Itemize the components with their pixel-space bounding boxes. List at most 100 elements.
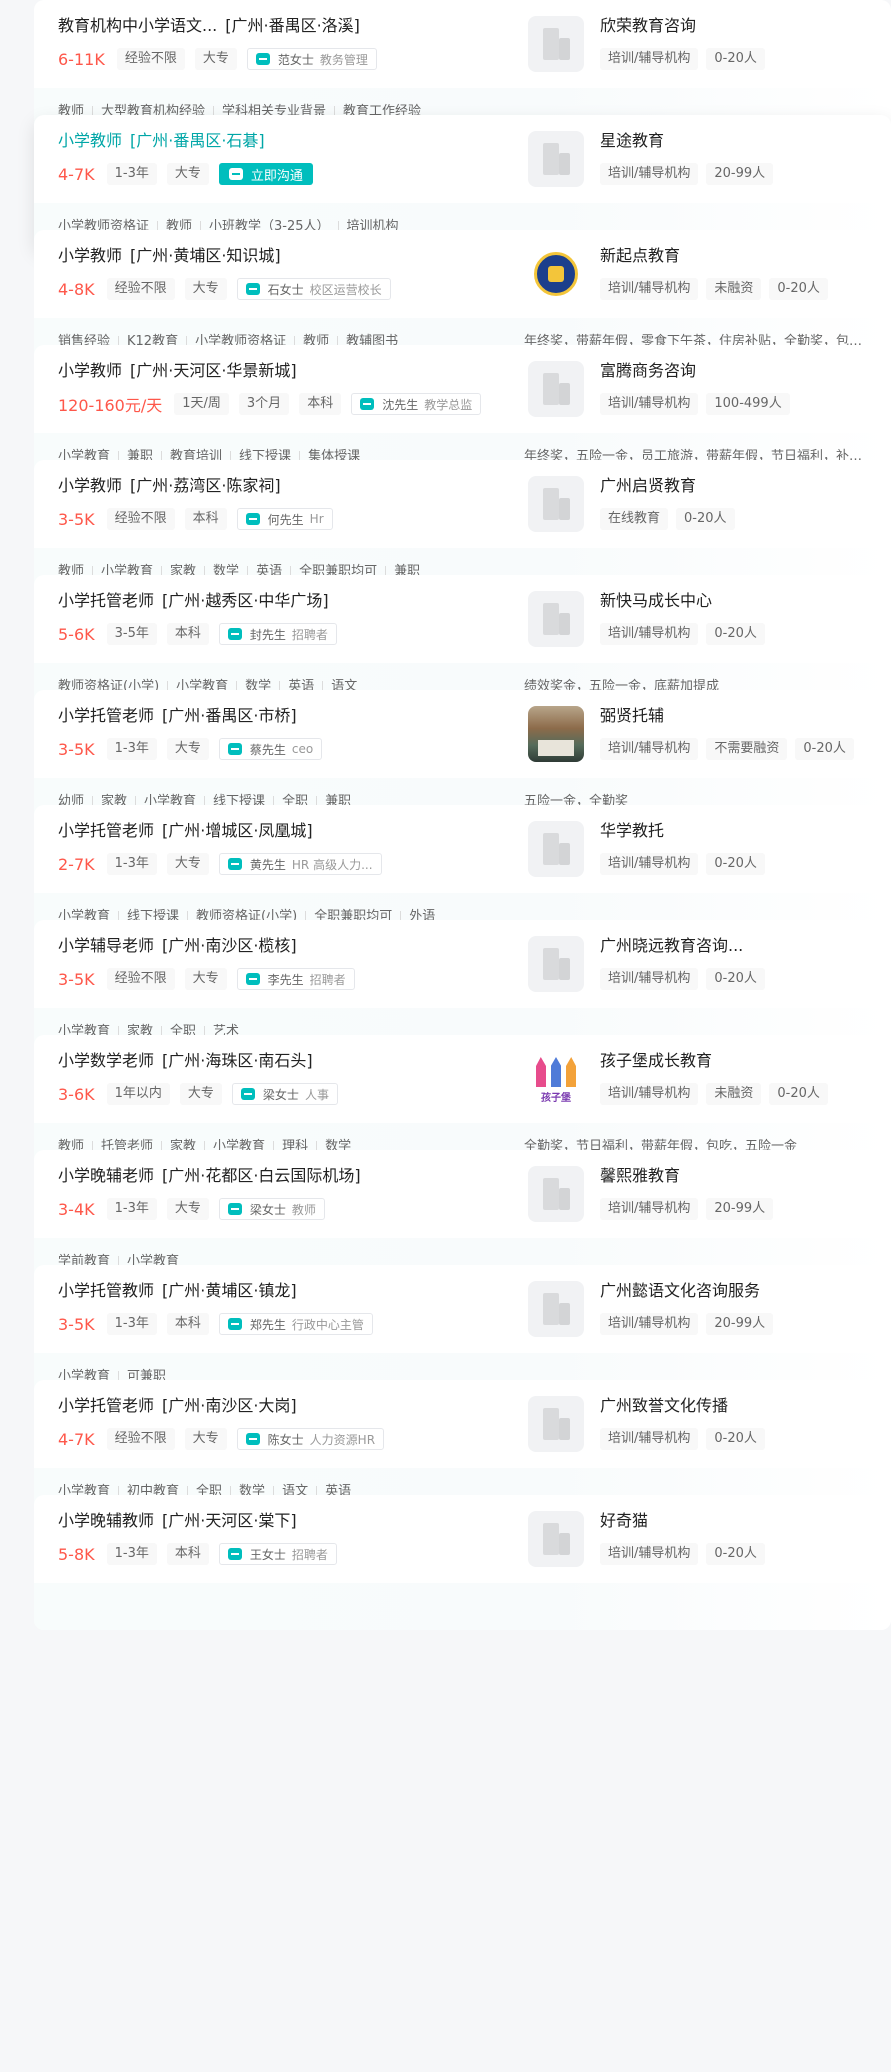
job-card-header: 小学托管老师 [广州·越秀区·中华广场] 5-6K 3-5年 本科 封先生 招聘者 新快马成长… (34, 575, 891, 663)
recruiter-info[interactable]: 梁女士 人事 (231, 1083, 338, 1105)
job-title-link[interactable]: 小学教师 [广州·天河区·华景新城] (58, 360, 513, 382)
company-logo-building-icon[interactable] (528, 16, 584, 72)
job-title[interactable]: 小学辅导老师 (58, 935, 154, 957)
job-area: [广州·番禺区·洛溪] (225, 16, 360, 35)
job-title-link[interactable]: 小学托管老师 [广州·南沙区·大岗] (58, 1395, 513, 1417)
job-card[interactable]: 小学晚辅教师 [广州·天河区·棠下] 5-8K 1-3年 本科 王女士 招聘者 好奇猫 培训/辅… (34, 1495, 891, 1630)
company-tag: 0-20人 (676, 508, 735, 530)
job-requirement-tag: 大专 (184, 278, 227, 300)
recruiter-info[interactable]: 封先生 招聘者 (218, 623, 337, 645)
recruiter-info[interactable]: 黄先生 HR 高级人力... (218, 853, 382, 875)
company-logo-building-icon[interactable] (528, 1511, 584, 1567)
job-title[interactable]: 教育机构中小学语文... (58, 15, 217, 37)
job-title[interactable]: 小学晚辅教师 (58, 1510, 154, 1532)
recruiter-name: 梁女士 (249, 1202, 286, 1217)
job-title[interactable]: 小学托管老师 (58, 705, 154, 727)
company-name[interactable]: 馨熙雅教育 (600, 1165, 680, 1187)
job-title-link[interactable]: 小学托管老师 [广州·越秀区·中华广场] (58, 590, 513, 612)
company-name[interactable]: 广州懿语文化咨询服务 (600, 1280, 760, 1302)
company-tag: 0-20人 (769, 278, 828, 300)
company-logo-building-icon[interactable] (528, 821, 584, 877)
recruiter-info[interactable]: 范女士 教务管理 (246, 48, 377, 70)
job-title-link[interactable]: 小学教师 [广州·荔湾区·陈家祠] (58, 475, 513, 497)
company-name[interactable]: 弼贤托辅 (600, 705, 664, 727)
recruiter-info[interactable]: 蔡先生 ceo (218, 738, 323, 760)
company-logo-building-icon[interactable] (528, 591, 584, 647)
chat-now-button[interactable]: 立即沟通 (218, 163, 313, 185)
company-tag: 培训/辅导机构 (600, 968, 699, 990)
recruiter-info[interactable]: 陈女士 人力资源HR (236, 1428, 385, 1450)
company-logo-building-icon[interactable] (528, 1396, 584, 1452)
job-title[interactable]: 小学数学老师 (58, 1050, 154, 1072)
recruiter-title: 教师 (291, 1202, 316, 1217)
recruiter-info[interactable]: 梁女士 教师 (218, 1198, 325, 1220)
job-title-link[interactable]: 小学教师 [广州·番禺区·石碁] (58, 130, 513, 152)
job-title-link[interactable]: 小学托管老师 [广州·番禺区·市桥] (58, 705, 513, 727)
job-title[interactable]: 小学教师 (58, 360, 122, 382)
chat-bubble-icon (245, 513, 260, 525)
company-logo-building-icon[interactable] (528, 131, 584, 187)
job-title[interactable]: 小学托管老师 (58, 820, 154, 842)
job-title-link[interactable]: 小学辅导老师 [广州·南沙区·榄核] (58, 935, 513, 957)
job-title[interactable]: 小学教师 (58, 130, 122, 152)
job-card-header: 小学托管老师 [广州·增城区·凤凰城] 2-7K 1-3年 大专 黄先生 HR 高级人力..… (34, 805, 891, 893)
job-title[interactable]: 小学托管老师 (58, 590, 154, 612)
job-requirement-tag: 本科 (184, 508, 227, 530)
recruiter-info[interactable]: 郑先生 行政中心主管 (218, 1313, 373, 1335)
company-logo[interactable] (528, 246, 584, 302)
company-logo-building-icon[interactable] (528, 936, 584, 992)
company-name[interactable]: 华学教托 (600, 820, 664, 842)
company-logo[interactable]: 孩子堡 (528, 1051, 584, 1107)
company-logo-building-icon[interactable] (528, 361, 584, 417)
job-title-link[interactable]: 小学托管教师 [广州·黄埔区·镇龙] (58, 1280, 513, 1302)
job-meta: 2-7K 1-3年 大专 黄先生 HR 高级人力... (58, 853, 382, 875)
recruiter-name: 李先生 (267, 972, 304, 987)
job-title-link[interactable]: 小学晚辅老师 [广州·花都区·白云国际机场] (58, 1165, 513, 1187)
job-requirement-tag: 大专 (184, 1428, 227, 1450)
company-logo-building-icon[interactable] (528, 1166, 584, 1222)
chat-bubble-icon (228, 168, 243, 180)
company-name[interactable]: 广州致誉文化传播 (600, 1395, 728, 1417)
company-name[interactable]: 广州启贤教育 (600, 475, 696, 497)
job-title[interactable]: 小学教师 (58, 475, 122, 497)
company-logo-building-icon[interactable] (528, 1281, 584, 1337)
company-name[interactable]: 新快马成长中心 (600, 590, 712, 612)
chat-bubble-icon (245, 283, 260, 295)
company-name[interactable]: 星途教育 (600, 130, 664, 152)
company-name[interactable]: 富腾商务咨询 (600, 360, 696, 382)
recruiter-info[interactable]: 石女士 校区运营校长 (236, 278, 391, 300)
job-title[interactable]: 小学托管老师 (58, 1395, 154, 1417)
salary: 3-6K (58, 1084, 95, 1104)
recruiter-name: 石女士 (267, 282, 304, 297)
job-title[interactable]: 小学教师 (58, 245, 122, 267)
job-title-link[interactable]: 小学教师 [广州·黄埔区·知识城] (58, 245, 513, 267)
chat-bubble-icon (227, 1548, 242, 1560)
company-logo[interactable] (528, 706, 584, 762)
job-area: [广州·南沙区·榄核] (162, 936, 297, 955)
job-title-link[interactable]: 小学托管老师 [广州·增城区·凤凰城] (58, 820, 513, 842)
job-requirement-tag: 1-3年 (106, 853, 157, 875)
recruiter-info[interactable]: 沈先生 教学总监 (351, 393, 482, 415)
company-name[interactable]: 广州晓远教育咨询... (600, 935, 743, 957)
castle-towers (536, 1057, 576, 1087)
company-name[interactable]: 好奇猫 (600, 1510, 648, 1532)
company-name[interactable]: 欣荣教育咨询 (600, 15, 696, 37)
job-title[interactable]: 小学托管教师 (58, 1280, 154, 1302)
job-area: [广州·番禺区·市桥] (162, 706, 297, 725)
job-title-link[interactable]: 小学晚辅教师 [广州·天河区·棠下] (58, 1510, 513, 1532)
company-tag: 培训/辅导机构 (600, 1198, 699, 1220)
company-tag: 0-20人 (706, 1428, 765, 1450)
logo-text: 孩子堡 (541, 1093, 571, 1104)
recruiter-info[interactable]: 何先生 Hr (236, 508, 333, 530)
company-tag: 0-20人 (706, 623, 765, 645)
recruiter-info[interactable]: 王女士 招聘者 (218, 1543, 337, 1565)
job-title-link[interactable]: 小学数学老师 [广州·海珠区·南石头] (58, 1050, 513, 1072)
job-meta: 6-11K 经验不限 大专 范女士 教务管理 (58, 48, 377, 70)
recruiter-info[interactable]: 李先生 招聘者 (236, 968, 355, 990)
job-title[interactable]: 小学晚辅老师 (58, 1165, 154, 1187)
company-name[interactable]: 新起点教育 (600, 245, 680, 267)
company-name[interactable]: 孩子堡成长教育 (600, 1050, 712, 1072)
recruiter-name: 沈先生 (382, 397, 419, 412)
company-logo-building-icon[interactable] (528, 476, 584, 532)
job-title-link[interactable]: 教育机构中小学语文... [广州·番禺区·洛溪] (58, 15, 513, 37)
